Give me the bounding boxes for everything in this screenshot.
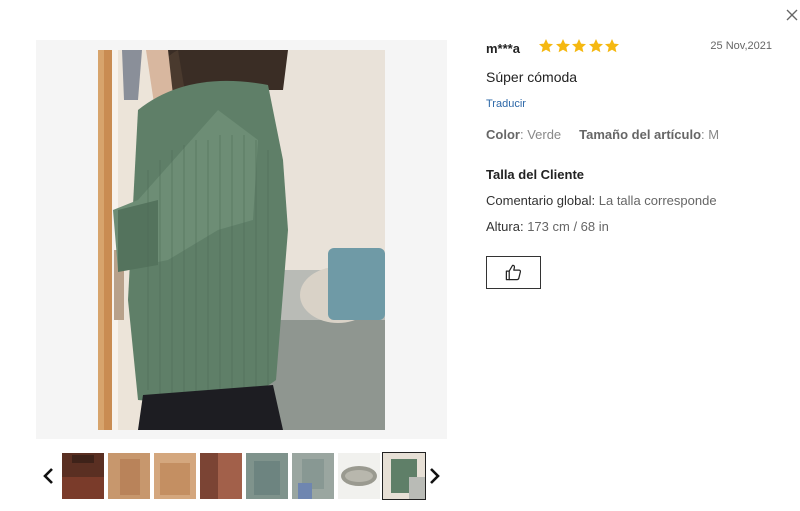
star-icon [555,39,570,53]
overall-fit: Comentario global: La talla corresponde [486,193,717,208]
gallery-thumbnail-2[interactable] [108,453,150,499]
review-text: Súper cómoda [486,69,578,85]
size-value: M [708,127,720,142]
gallery-prev-button[interactable] [40,465,58,487]
star-icon [605,39,619,53]
gallery-thumbnail-1[interactable] [62,453,104,499]
close-icon [786,9,798,21]
star-rating [538,38,621,56]
gallery-thumbnail-6[interactable] [292,453,334,499]
star-icon [572,39,586,53]
review-details: m***a 25 Nov,2021 Súper cómoda Traducir … [486,38,776,289]
thumbs-up-icon [505,264,522,281]
color-label: Color [486,127,520,142]
customer-size-heading: Talla del Cliente [486,167,585,182]
reviewer-name: m***a [486,41,520,56]
gallery-thumbnail-5[interactable] [246,453,288,499]
main-review-photo [98,50,385,430]
star-icon [539,39,553,53]
helpful-like-button[interactable] [486,256,541,289]
size-label: Tamaño del artículo [579,127,702,142]
close-button[interactable] [783,6,800,24]
main-photo-panel [36,40,447,439]
review-header: m***a 25 Nov,2021 [486,38,776,58]
gallery-next-button[interactable] [425,465,443,487]
overall-fit-label: Comentario global [486,193,592,208]
gallery-thumbnail-8[interactable] [382,452,426,500]
product-attributes: Color: Verde Tamaño del artículo: M [486,127,720,142]
color-value: Verde [527,127,562,142]
gallery-thumbnail-7[interactable] [338,453,380,499]
gallery-thumbnail-4[interactable] [200,453,242,499]
star-icon [588,39,603,53]
gallery-thumbnail-3[interactable] [154,453,196,499]
overall-fit-value: La talla corresponde [598,193,717,208]
height-label: Altura [486,219,520,234]
chevron-left-icon [43,468,53,484]
review-date: 25 Nov,2021 [710,40,772,52]
translate-link[interactable]: Traducir [486,98,526,110]
thumbnail-gallery [36,451,447,501]
chevron-right-icon [430,468,440,484]
height-value: 173 cm / 68 in [527,219,609,234]
customer-height: Altura: 173 cm / 68 in [486,219,609,234]
